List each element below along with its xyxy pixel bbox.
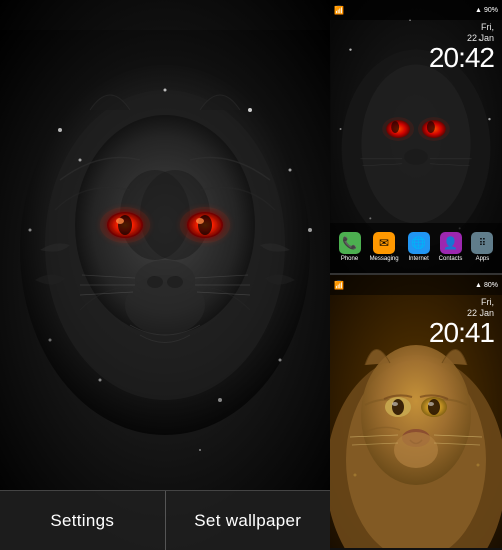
status-bar-bottom: 📶 ▲ 80% [330,275,502,295]
signal-icon: 📶 [334,6,344,15]
dock-web-icon: 🌐 [408,232,430,254]
status-right-top: ▲ 90% [475,7,498,14]
wifi-icon: ▲ [475,7,482,14]
dock-phone-icon: 📞 [339,232,361,254]
dock-msg-icon: ✉ [373,232,395,254]
status-icons-top: 📶 [334,6,344,15]
wifi-icon-bottom: ▲ [475,282,482,289]
status-icons-bottom-left: 📶 [334,281,344,290]
settings-button[interactable]: Settings [0,491,166,550]
dock-msg-label: Messaging [370,256,399,262]
main-preview-panel: Settings Set wallpaper [0,0,330,550]
dock-msg[interactable]: ✉ Messaging [370,232,399,262]
dock-contacts-label: Contacts [439,256,463,262]
main-wallpaper: Settings Set wallpaper [0,0,330,550]
dock-apps-label: Apps [476,256,490,262]
set-wallpaper-button[interactable]: Set wallpaper [166,491,331,550]
clock-bottom: Fri, 22 Jan 20:41 [429,297,494,347]
app-container: Settings Set wallpaper [0,0,502,550]
dock-web[interactable]: 🌐 Internet [408,232,430,262]
dock-apps[interactable]: ⠿ Apps [471,232,493,262]
clock-date-top: Fri, 22 Jan [429,22,494,44]
dock-web-label: Internet [408,256,428,262]
signal-icon-bottom: 📶 [334,281,344,290]
status-bar-top: 📶 ▲ 90% [330,0,502,20]
right-previews-panel: 📶 ▲ 90% Fri, 22 Jan 20:42 📞 Phon [330,0,502,550]
clock-time-top: 20:42 [429,44,494,72]
phone-dock-top: 📞 Phone ✉ Messaging 🌐 Internet 👤 Contact… [330,223,502,273]
battery-text-top: 90% [484,7,498,14]
action-bar: Settings Set wallpaper [0,490,330,550]
battery-text-bottom: 80% [484,282,498,289]
lion-artwork [0,0,330,550]
preview-bottom-panel: 📶 ▲ 80% Fri, 22 Jan 20:41 [330,275,502,548]
dock-contacts-icon: 👤 [440,232,462,254]
dock-phone-label: Phone [341,256,358,262]
clock-date-bottom: Fri, 22 Jan [429,297,494,319]
dock-phone[interactable]: 📞 Phone [339,232,361,262]
dock-contacts[interactable]: 👤 Contacts [439,232,463,262]
clock-top: Fri, 22 Jan 20:42 [429,22,494,72]
clock-time-bottom: 20:41 [429,319,494,347]
dock-apps-icon: ⠿ [471,232,493,254]
preview-top-panel: 📶 ▲ 90% Fri, 22 Jan 20:42 📞 Phon [330,0,502,275]
status-icons-bottom-right: ▲ 80% [475,282,498,289]
